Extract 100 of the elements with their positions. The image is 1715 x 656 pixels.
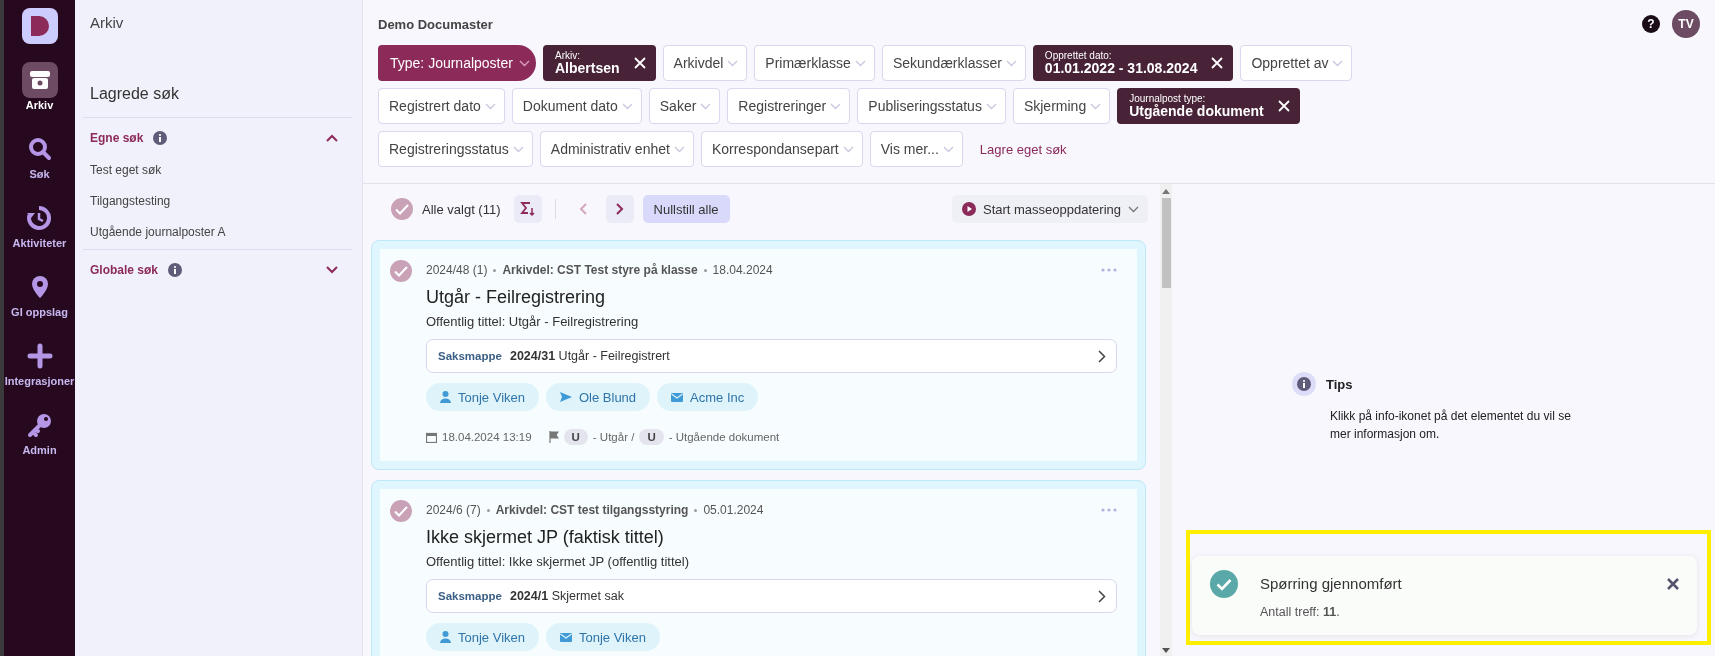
record-series: Arkivdel: CST test tilgangsstyring xyxy=(495,503,689,517)
separator-dot xyxy=(703,268,707,272)
scrollbar[interactable] xyxy=(1160,184,1172,656)
active-filter-chip[interactable]: Arkiv: Albertsen xyxy=(542,45,656,81)
chevron-left-icon xyxy=(578,203,587,215)
filter-dropdown[interactable]: Skjerming xyxy=(1012,88,1111,124)
search-icon xyxy=(26,136,53,162)
party-tag[interactable]: Tonje Viken xyxy=(546,623,660,651)
filter-dropdown[interactable]: Registreringer xyxy=(727,88,851,124)
record-card[interactable] xyxy=(371,240,1146,470)
caret-icon xyxy=(854,59,866,67)
save-search-link[interactable]: Lagre eget søk xyxy=(979,141,1067,157)
nav-item[interactable]: Integrasjoner xyxy=(4,338,75,387)
filter-dropdown[interactable]: Registreringsstatus xyxy=(378,131,533,167)
info-icon xyxy=(1292,372,1316,396)
record-number: 2024/6 (7) xyxy=(426,503,481,517)
filter-value: 01.01.2022 - 31.08.2024 xyxy=(1044,60,1198,77)
caret-icon xyxy=(512,145,524,153)
help-button[interactable]: ? xyxy=(1642,15,1660,33)
record-title: Ikke skjermet JP (faktisk tittel) xyxy=(426,527,665,548)
type-filter-dropdown[interactable]: Type: Journalposter xyxy=(378,45,536,81)
saved-search-link[interactable]: Test eget søk xyxy=(83,156,352,187)
close-icon[interactable] xyxy=(1666,577,1680,591)
send-icon xyxy=(560,392,572,402)
active-filter-chip[interactable]: Journalpost type: Utgående dokument xyxy=(1117,88,1300,124)
public-title: Offentlig tittel: Utgår - Feilregistrering xyxy=(426,314,640,329)
separator-dot xyxy=(694,508,698,512)
scrollbar-thumb[interactable] xyxy=(1161,198,1171,288)
caret-icon xyxy=(484,102,496,110)
sum-sort-button[interactable] xyxy=(513,195,542,223)
filter-dropdown[interactable]: Korrespondansepart xyxy=(700,131,863,167)
checkmark-icon xyxy=(394,505,408,517)
active-filter-chip[interactable]: Opprettet dato: 01.01.2022 - 31.08.2024 xyxy=(1032,45,1234,81)
group-header[interactable]: Egne søk xyxy=(83,118,352,156)
scroll-down-icon[interactable] xyxy=(1162,648,1170,654)
filter-dropdown[interactable]: Sekundærklasser xyxy=(881,45,1026,81)
filter-dropdown[interactable]: Arkivdel xyxy=(662,45,748,81)
toast-title: Spørring gjennomført xyxy=(1260,575,1403,592)
record-series: Arkivdel: CST Test styre på klasse xyxy=(502,263,698,277)
person-icon xyxy=(440,631,451,643)
filter-dropdown[interactable]: Registrert dato xyxy=(378,88,505,124)
mass-update-dropdown[interactable]: Start masseoppdatering xyxy=(951,195,1148,223)
saved-search-link[interactable]: Utgående journalposter A xyxy=(83,218,352,249)
plus-icon xyxy=(26,343,53,369)
chevron-icon xyxy=(326,134,338,142)
record-datetime: 18.04.2024 13:19 xyxy=(442,431,532,443)
party-tag[interactable]: Tonje Viken xyxy=(426,383,539,411)
more-icon[interactable] xyxy=(1101,508,1117,512)
scroll-up-icon[interactable] xyxy=(1162,188,1170,194)
reset-all-button[interactable]: Nullstill alle xyxy=(642,195,730,223)
record-date: 05.01.2024 xyxy=(703,503,764,517)
filter-dropdown[interactable]: Administrativ enhet xyxy=(539,131,694,167)
next-button[interactable] xyxy=(605,195,634,223)
record-card[interactable]: 2024/6 (7) Arkivdel: CST test tilgangsstyring 05.01.2024 Ikke skjermet JP (faktisk tittel) Offentlig tittel: Ikke skjermet JP (offentlig tittel) Saksmappe 2024/1 Skjermet sak Tonje Viken Tonje Viken xyxy=(371,480,1146,656)
selection-count: Alle valgt (11) xyxy=(422,201,501,217)
party-tag[interactable]: Ole Blund xyxy=(546,383,651,411)
case-title: 2024/31 Utgår - Feilregistrert xyxy=(509,349,670,363)
party-tag[interactable]: Tonje Viken xyxy=(426,623,539,651)
case-label: Saksmappe xyxy=(438,590,502,602)
sigma-icon xyxy=(519,201,536,217)
calendar-icon xyxy=(426,431,437,443)
saved-search-link[interactable]: Tilgangstesting xyxy=(83,187,352,218)
nav-item[interactable]: Søk xyxy=(21,131,58,180)
filter-dropdown[interactable]: Dokument dato xyxy=(511,88,642,124)
separator-dot xyxy=(486,508,490,512)
record-checkbox[interactable] xyxy=(390,500,412,522)
person-icon xyxy=(440,391,451,403)
filter-dropdown[interactable]: Opprettet av xyxy=(1240,45,1353,81)
filter-dropdown[interactable]: Publiseringsstatus xyxy=(857,88,1006,124)
envelope-icon xyxy=(560,632,572,642)
record-date: 18.04.2024 xyxy=(712,263,773,277)
more-icon[interactable] xyxy=(1101,268,1117,272)
filter-value: Utgående dokument xyxy=(1129,103,1264,120)
record-number: 2024/48 (1) xyxy=(426,263,488,277)
filter-dropdown[interactable]: Vis mer... xyxy=(869,131,963,167)
select-all-checkbox[interactable] xyxy=(391,198,413,220)
filter-dropdown[interactable]: Saker xyxy=(648,88,721,124)
record-checkbox[interactable] xyxy=(390,260,412,282)
info-icon xyxy=(153,131,168,145)
key-icon xyxy=(26,412,53,438)
chevron-right-icon xyxy=(615,203,624,215)
case-folder-link[interactable]: Saksmappe 2024/1 Skjermet sak xyxy=(426,579,1117,613)
case-folder-link[interactable]: Saksmappe 2024/31 Utgår - Feilregistrert xyxy=(426,339,1117,373)
user-avatar[interactable]: TV xyxy=(1672,10,1700,38)
filter-label: Journalpost type: xyxy=(1129,92,1207,104)
nav-item[interactable]: Admin xyxy=(21,407,58,456)
record-title: Utgår - Feilregistrering xyxy=(426,287,607,308)
caret-icon xyxy=(1128,205,1139,213)
party-tag[interactable]: Acme Inc xyxy=(657,383,759,411)
tips-title: Tips xyxy=(1326,376,1353,392)
chevron-icon xyxy=(326,266,338,274)
nav-item[interactable]: Aktiviteter xyxy=(12,200,67,249)
caret-icon xyxy=(942,145,954,153)
toast-message: Antall treff: 11. xyxy=(1260,605,1341,619)
group-header[interactable]: Globale søk xyxy=(83,250,352,288)
filter-dropdown[interactable]: Primærklasse xyxy=(754,45,875,81)
nav-item[interactable]: GI oppslag xyxy=(11,269,68,318)
envelope-icon xyxy=(671,392,684,402)
logo-icon xyxy=(21,8,58,44)
history-icon xyxy=(26,205,53,231)
